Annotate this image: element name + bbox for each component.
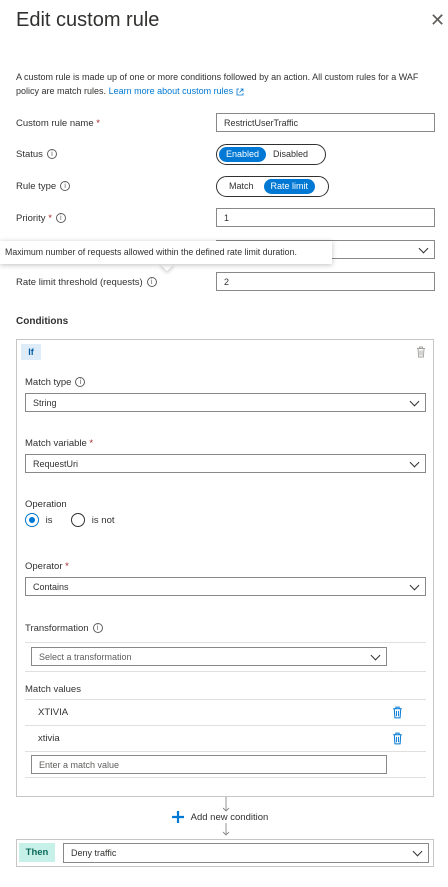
status-label: Status i (16, 149, 57, 160)
match-variable-label-text: Match variable (25, 438, 87, 449)
rule-name-label-text: Custom rule name (16, 118, 94, 129)
match-variable-select[interactable]: RequestUri (25, 454, 426, 473)
tooltip: Maximum number of requests allowed withi… (0, 241, 332, 264)
operation-is-not-label[interactable]: is not (92, 515, 115, 526)
rule-type-label-text: Rule type (16, 181, 57, 192)
threshold-input[interactable]: 2 (216, 272, 435, 291)
priority-label-text: Priority (16, 213, 46, 224)
match-value-item: XTIVIA (38, 707, 69, 718)
then-action-select[interactable]: Deny traffic (63, 843, 429, 863)
description: A custom rule is made up of one or more … (16, 70, 436, 98)
operator-value: Contains (33, 582, 69, 592)
status-label-text: Status (16, 149, 43, 160)
chevron-down-icon (409, 396, 420, 407)
required-marker: * (89, 438, 94, 449)
rule-type-match-option[interactable]: Match (219, 179, 264, 194)
required-marker: * (65, 561, 69, 572)
operator-label: Operator * (25, 561, 69, 572)
transformation-label-text: Transformation (25, 623, 89, 634)
match-value-item: xtivia (38, 733, 60, 744)
divider (25, 777, 426, 778)
rule-type-rate-limit-option[interactable]: Rate limit (263, 179, 316, 194)
if-badge: If (21, 344, 41, 360)
required-marker: * (96, 118, 100, 129)
close-icon[interactable]: ✕ (430, 10, 445, 31)
operation-is-not-radio[interactable] (71, 513, 86, 527)
chevron-down-icon (370, 650, 381, 661)
rule-type-label: Rule type i (16, 181, 71, 192)
plus-icon (172, 811, 184, 823)
chevron-down-icon (409, 580, 420, 591)
info-icon[interactable]: i (46, 149, 57, 160)
info-icon[interactable]: i (75, 377, 86, 388)
priority-input[interactable]: 1 (216, 208, 435, 227)
info-icon[interactable]: i (146, 277, 157, 288)
operation-is-label[interactable]: is (46, 515, 53, 526)
status-disabled-option[interactable]: Disabled (266, 147, 315, 162)
divider (25, 699, 426, 700)
trash-icon[interactable] (392, 732, 403, 745)
info-icon[interactable]: i (92, 623, 103, 634)
trash-icon[interactable] (392, 706, 403, 719)
priority-label: Priority * i (16, 213, 66, 224)
chevron-down-icon (418, 243, 429, 254)
required-marker: * (48, 213, 52, 224)
transformation-select[interactable]: Select a transformation (31, 647, 387, 666)
trash-icon[interactable] (416, 346, 426, 358)
info-icon[interactable]: i (60, 181, 71, 192)
operator-select[interactable]: Contains (25, 577, 426, 596)
then-badge: Then (19, 843, 55, 862)
match-values-label: Match values (25, 684, 81, 695)
operation-label: Operation (25, 499, 67, 510)
chevron-down-icon (412, 846, 423, 857)
threshold-label-text: Rate limit threshold (requests) (16, 277, 143, 288)
threshold-label: Rate limit threshold (requests) i (16, 277, 157, 288)
chevron-down-icon (409, 457, 420, 468)
divider (25, 751, 426, 752)
operator-label-text: Operator (25, 561, 63, 572)
match-variable-label: Match variable * (25, 438, 93, 449)
add-condition-label: Add new condition (190, 811, 269, 823)
conditions-heading: Conditions (16, 316, 69, 327)
match-value-input[interactable]: Enter a match value (31, 755, 387, 774)
divider (25, 642, 426, 643)
status-enabled-option[interactable]: Enabled (219, 147, 267, 162)
match-type-select[interactable]: String (25, 393, 426, 412)
operation-is-radio[interactable] (25, 513, 39, 527)
page-title: Edit custom rule (16, 9, 160, 31)
match-type-label: Match type i (25, 377, 86, 388)
rule-name-label: Custom rule name * (16, 118, 100, 129)
match-variable-value: RequestUri (33, 459, 79, 469)
transformation-placeholder: Select a transformation (39, 652, 132, 662)
transformation-label: Transformation i (25, 623, 103, 634)
external-link-icon (236, 88, 244, 96)
divider (25, 725, 426, 726)
info-icon[interactable]: i (55, 213, 66, 224)
match-type-label-text: Match type (25, 377, 72, 388)
match-type-value: String (33, 398, 57, 408)
add-condition-button[interactable]: Add new condition (172, 811, 268, 823)
operation-radio-group: is is not (25, 513, 115, 527)
then-action-value: Deny traffic (71, 848, 117, 858)
divider (25, 671, 426, 672)
rule-type-toggle[interactable]: Match Rate limit (216, 176, 329, 197)
learn-more-link[interactable]: Learn more about custom rules (109, 86, 234, 96)
rule-name-input[interactable]: RestrictUserTraffic (216, 113, 435, 132)
status-toggle[interactable]: Enabled Disabled (216, 144, 326, 165)
